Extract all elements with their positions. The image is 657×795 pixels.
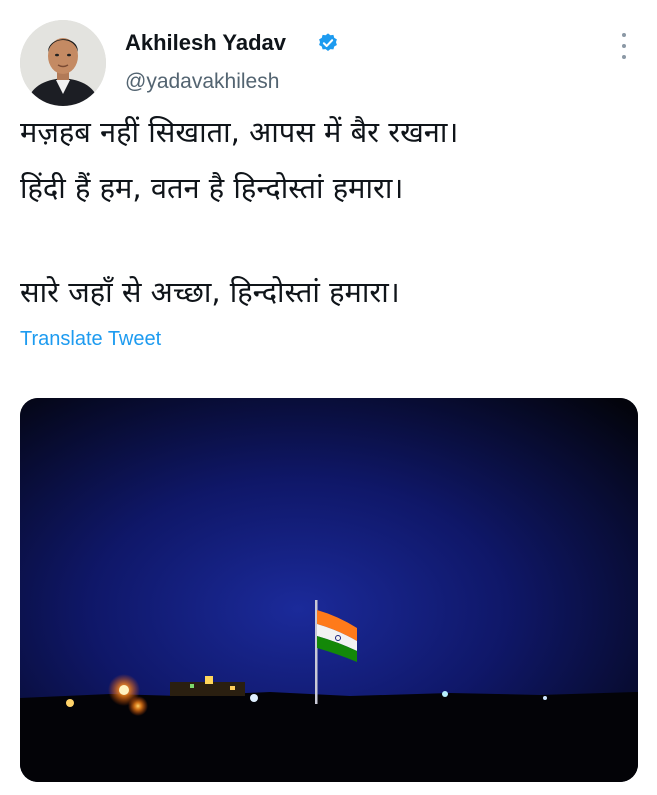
verified-badge-icon: [319, 33, 337, 51]
author-handle[interactable]: @yadavakhilesh: [125, 70, 279, 94]
author-display-name[interactable]: Akhilesh Yadav: [125, 30, 286, 56]
tweet-card: Akhilesh Yadav @yadavakhilesh मज़हब नहीं…: [0, 0, 657, 795]
tweet-photo[interactable]: [20, 398, 638, 782]
tweet-text-line: सारे जहाँ से अच्छा, हिन्दोस्तां हमारा।: [20, 275, 400, 309]
tweet-text-line: हिंदी हैं हम, वतन है हिन्दोस्तां हमारा।: [20, 171, 404, 205]
more-vertical-icon[interactable]: [612, 30, 636, 62]
author-avatar[interactable]: [20, 20, 106, 106]
tweet-text-line: मज़हब नहीं सिखाता, आपस में बैर रखना।: [20, 115, 459, 149]
translate-tweet-link[interactable]: Translate Tweet: [20, 328, 161, 351]
